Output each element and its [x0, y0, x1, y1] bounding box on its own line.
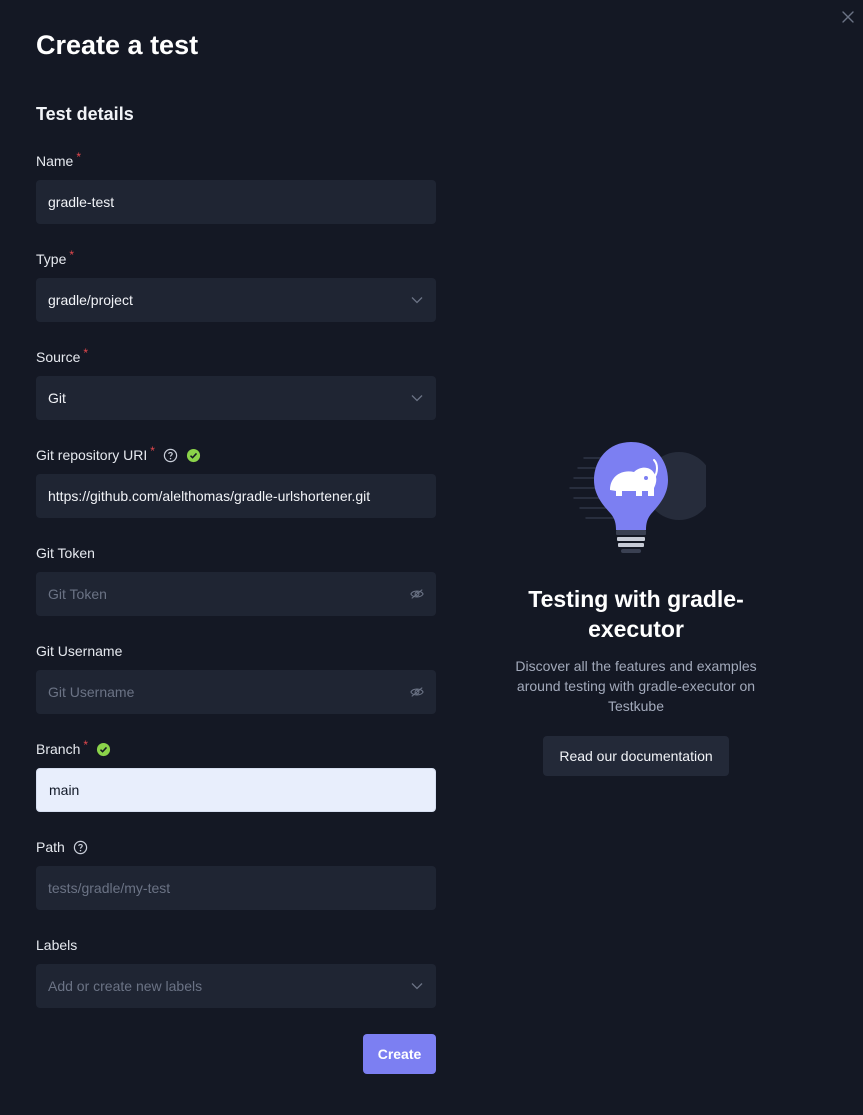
promo-title: Testing with gradle-executor	[528, 586, 744, 642]
close-button[interactable]	[841, 10, 855, 24]
path-placeholder: tests/gradle/my-test	[48, 880, 171, 896]
git-token-label: Git Token	[36, 544, 95, 562]
type-value: gradle/project	[48, 292, 133, 308]
labels-placeholder: Add or create new labels	[48, 978, 203, 994]
section-title: Test details	[36, 104, 134, 124]
git-username-input[interactable]: Git Username	[36, 670, 436, 714]
chevron-down-icon	[410, 293, 424, 307]
git-uri-value: https://github.com/alelthomas/gradle-url…	[48, 488, 371, 504]
path-label-text: Path	[36, 839, 65, 855]
source-label: Source *	[36, 346, 89, 366]
labels-label: Labels	[36, 936, 77, 954]
create-button[interactable]: Create	[363, 1034, 436, 1074]
promo-panel: Testing with gradle-executor Discover al…	[496, 438, 776, 776]
lightbulb-illustration	[569, 442, 706, 553]
type-label: Type *	[36, 248, 75, 268]
help-icon[interactable]	[73, 840, 88, 855]
source-select[interactable]: Git	[36, 376, 436, 420]
required-mark: *	[69, 248, 75, 262]
chevron-down-icon	[410, 391, 424, 405]
name-input[interactable]: gradle-test	[36, 180, 436, 224]
name-label: Name *	[36, 150, 82, 170]
required-mark: *	[83, 738, 89, 752]
name-label-text: Name	[36, 153, 74, 169]
source-value: Git	[48, 390, 66, 406]
required-mark: *	[150, 444, 155, 458]
branch-value: main	[49, 782, 80, 798]
git-uri-input[interactable]: https://github.com/alelthomas/gradle-url…	[36, 474, 436, 518]
close-icon	[842, 11, 854, 23]
git-token-input[interactable]: Git Token	[36, 572, 436, 616]
git-token-placeholder: Git Token	[48, 586, 107, 602]
path-input[interactable]: tests/gradle/my-test	[36, 866, 436, 910]
required-mark: *	[83, 346, 89, 360]
eye-off-icon[interactable]	[410, 587, 424, 601]
page-title: Create a test	[36, 30, 199, 60]
git-username-placeholder: Git Username	[48, 684, 135, 700]
source-label-text: Source	[36, 349, 81, 365]
git-username-label-text: Git Username	[36, 643, 123, 659]
name-value: gradle-test	[48, 194, 115, 210]
check-circle-icon	[96, 742, 111, 757]
labels-select[interactable]: Add or create new labels	[36, 964, 436, 1008]
type-select[interactable]: gradle/project	[36, 278, 436, 322]
branch-input[interactable]: main	[36, 768, 436, 812]
git-token-label-text: Git Token	[36, 545, 95, 561]
git-uri-label-text: Git repository URI	[36, 447, 148, 463]
required-mark: *	[76, 150, 82, 164]
type-label-text: Type	[36, 251, 67, 267]
git-uri-label: Git repository URI *	[36, 444, 201, 464]
branch-label: Branch *	[36, 738, 111, 758]
chevron-down-icon	[410, 979, 424, 993]
eye-off-icon[interactable]	[410, 685, 424, 699]
branch-label-text: Branch	[36, 741, 81, 757]
promo-description: Discover all the features and examples a…	[515, 658, 757, 714]
git-username-label: Git Username	[36, 642, 122, 660]
read-documentation-button[interactable]: Read our documentation	[543, 736, 729, 776]
help-icon[interactable]	[163, 448, 178, 463]
labels-label-text: Labels	[36, 937, 78, 953]
path-label: Path	[36, 838, 88, 856]
check-circle-icon	[186, 448, 201, 463]
